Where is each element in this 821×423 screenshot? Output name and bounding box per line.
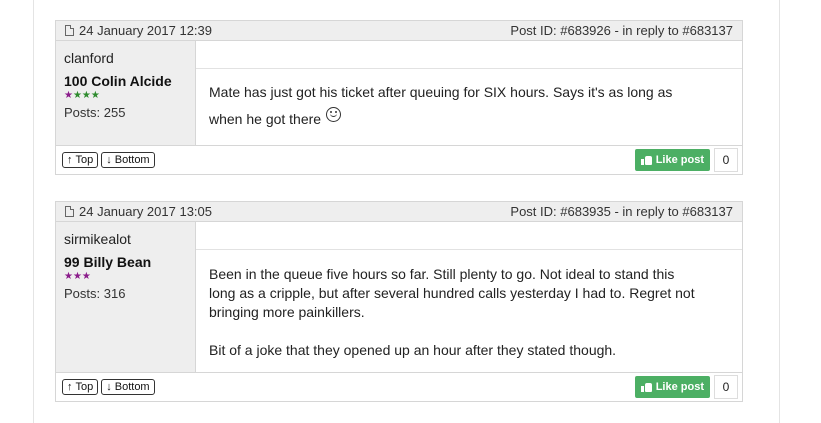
post-date-text: 24 January 2017 13:05 [79, 204, 212, 219]
bottom-label: Bottom [114, 381, 150, 393]
message-line: Been in the queue five hours so far. Sti… [209, 266, 675, 282]
post-date: 24 January 2017 12:39 [65, 21, 212, 40]
top-button[interactable]: ↑ Top [62, 152, 99, 168]
bottom-label: Bottom [114, 154, 150, 166]
like-count: 0 [714, 375, 738, 399]
top-label: Top [75, 154, 94, 166]
thumbs-up-icon [640, 155, 652, 165]
post-id-link[interactable]: Post ID: #683926 - in reply to #683137 [510, 21, 733, 40]
post-message: Been in the queue five hours so far. Sti… [196, 250, 742, 370]
user-panel: sirmikealot 99 Billy Bean ★★★ Posts: 316 [56, 222, 196, 372]
post-body: sirmikealot 99 Billy Bean ★★★ Posts: 316… [56, 222, 742, 373]
post-id-link[interactable]: Post ID: #683935 - in reply to #683137 [510, 202, 733, 221]
like-label: Like post [655, 154, 704, 166]
post-header: 24 January 2017 12:39 Post ID: #683926 -… [56, 21, 742, 41]
like-post-button[interactable]: Like post [634, 376, 710, 398]
post: 24 January 2017 13:05 Post ID: #683935 -… [55, 201, 743, 402]
page-left-border [33, 0, 34, 423]
username[interactable]: clanford [64, 50, 195, 66]
profile-name: 100 Colin Alcide [64, 73, 172, 89]
bottom-button[interactable]: ↓ Bottom [101, 379, 155, 395]
like-post-button[interactable]: Like post [634, 149, 710, 171]
bottom-button[interactable]: ↓ Bottom [101, 152, 155, 168]
thumbs-up-icon [640, 382, 652, 392]
content-topbar [196, 222, 742, 250]
like-label: Like post [655, 381, 704, 393]
post-footer: ↑ Top ↓ Bottom Like post 0 [56, 146, 742, 174]
up-arrow-icon: ↑ [67, 154, 73, 166]
post: 24 January 2017 12:39 Post ID: #683926 -… [55, 20, 743, 175]
post-date-text: 24 January 2017 12:39 [79, 23, 212, 38]
post-content: Been in the queue five hours so far. Sti… [196, 222, 742, 372]
post-footer: ↑ Top ↓ Bottom Like post 0 [56, 373, 742, 401]
down-arrow-icon: ↓ [106, 154, 112, 166]
like-count: 0 [714, 148, 738, 172]
message-line: bringing more painkillers. [209, 304, 365, 320]
top-button[interactable]: ↑ Top [62, 379, 99, 395]
post-count: Posts: 316 [64, 286, 126, 301]
document-icon [65, 206, 74, 217]
message-line: Mate has just got his ticket after queui… [209, 84, 673, 100]
profile-name: 99 Billy Bean [64, 254, 152, 270]
message-line: long as a cripple, but after several hun… [209, 285, 695, 301]
post-content: Mate has just got his ticket after queui… [196, 41, 742, 145]
post-body: clanford 100 Colin Alcide ★★★★ Posts: 25… [56, 41, 742, 146]
message-line: when he got there [209, 111, 322, 127]
rank-stars: ★★★ [64, 271, 91, 282]
document-icon [65, 25, 74, 36]
message-line: Bit of a joke that they opened up an hou… [209, 342, 617, 358]
post-count: Posts: 255 [64, 105, 126, 120]
post-date: 24 January 2017 13:05 [65, 202, 212, 221]
smiley-icon [326, 107, 342, 122]
post-message: Mate has just got his ticket after queui… [196, 69, 742, 139]
up-arrow-icon: ↑ [67, 381, 73, 393]
user-panel: clanford 100 Colin Alcide ★★★★ Posts: 25… [56, 41, 196, 145]
username[interactable]: sirmikealot [64, 231, 195, 247]
rank-stars: ★★★★ [64, 90, 100, 101]
post-header: 24 January 2017 13:05 Post ID: #683935 -… [56, 202, 742, 222]
page-right-border [779, 0, 780, 423]
content-topbar [196, 41, 742, 69]
top-label: Top [75, 381, 94, 393]
down-arrow-icon: ↓ [106, 381, 112, 393]
